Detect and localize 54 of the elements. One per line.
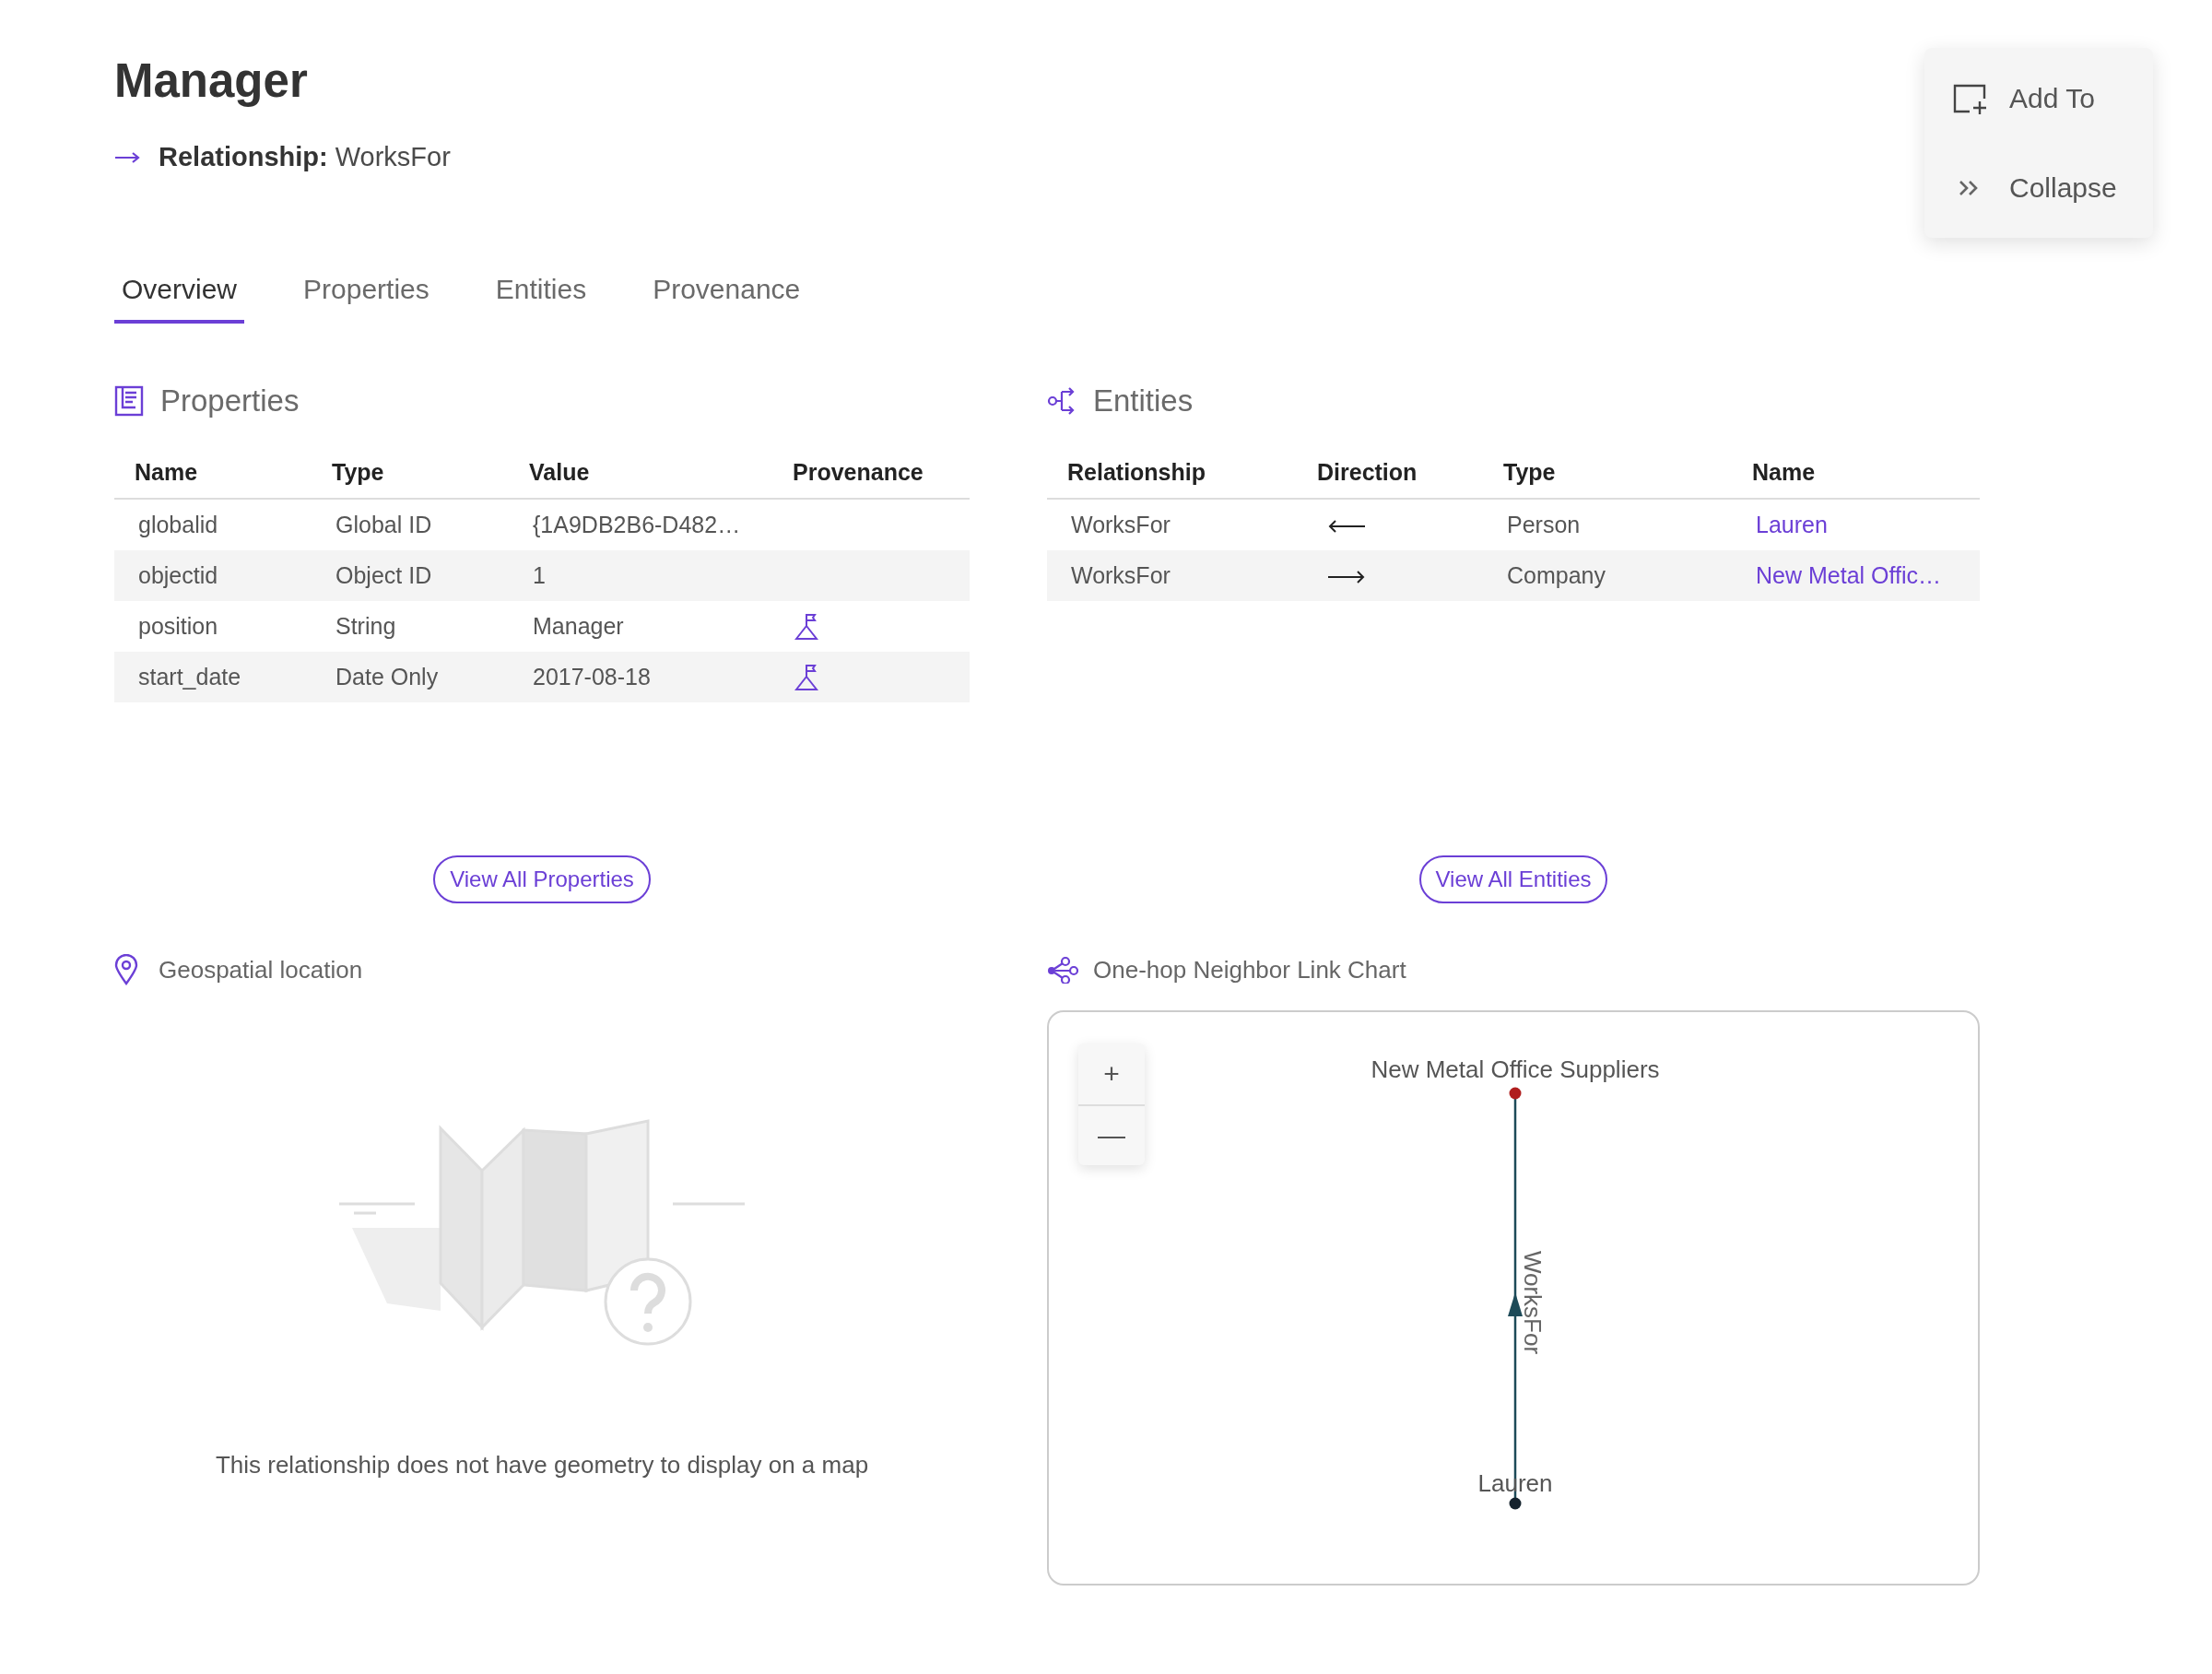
edge-label: WorksFor [1519,1250,1547,1355]
collapse-button[interactable]: Collapse [1924,171,2153,204]
add-to-button[interactable]: Add To [1924,82,2153,114]
column-header: Direction [1297,447,1483,499]
add-frame-icon [1953,83,1986,113]
section-title: One-hop Neighbor Link Chart [1093,955,1406,984]
entity-link[interactable]: Lauren [1756,512,1828,537]
empty-state-message: This relationship does not have geometry to display on a map [214,1451,870,1479]
network-icon [1047,956,1078,984]
table-cell: Object ID [312,550,509,601]
page-title: Manager [114,53,308,109]
view-all-button[interactable]: View All Entities [1418,855,1608,903]
tab[interactable]: Entities [488,268,594,324]
tab[interactable]: Properties [296,268,437,324]
view-all-button[interactable]: View All Properties [433,855,651,903]
document-icon [114,385,146,417]
table-cell: WorksFor [1047,550,1297,601]
table-cell: Manager [509,601,772,652]
column-header: Relationship [1047,447,1297,499]
column-header: Name [1732,447,1980,499]
section-title: Geospatial location [159,955,363,984]
column-header: Provenance [772,447,970,499]
table-cell: globalid [114,499,312,550]
table-cell: {1A9DB2B6-D482… [509,499,772,550]
graph-node[interactable] [1509,1497,1522,1510]
column-header: Type [312,447,509,499]
location-pin-icon [114,954,138,985]
table-cell: start_date [114,652,312,702]
table-cell: Date Only [312,652,509,702]
left-arrow-icon [1328,519,1365,535]
entity-link[interactable]: New Metal Offic… [1756,562,1941,588]
right-arrow-icon [1328,570,1365,585]
table-cell: position [114,601,312,652]
table-cell: 1 [509,550,772,601]
zoom-out-button[interactable]: — [1078,1104,1145,1165]
section-title: Entities [1093,383,1194,418]
table-cell: 2017-08-18 [509,652,772,702]
column-header: Type [1483,447,1732,499]
tab[interactable]: Provenance [645,268,808,324]
column-header: Name [114,447,312,499]
section-title: Properties [160,383,300,418]
column-header: Value [509,447,772,499]
table-cell: Global ID [312,499,509,550]
table-cell: objectid [114,550,312,601]
arrow-icon [114,149,142,165]
graph-node[interactable] [1509,1087,1522,1100]
table-cell: Person [1483,499,1732,550]
table-cell: WorksFor [1047,499,1297,550]
node-label: New Metal Office Suppliers [1371,1055,1660,1083]
table-cell: String [312,601,509,652]
table-cell: Company [1483,550,1732,601]
zoom-in-button[interactable]: + [1078,1043,1145,1104]
tab[interactable]: Overview [114,268,245,324]
relationship-text: Relationship: WorksFor [159,142,451,172]
